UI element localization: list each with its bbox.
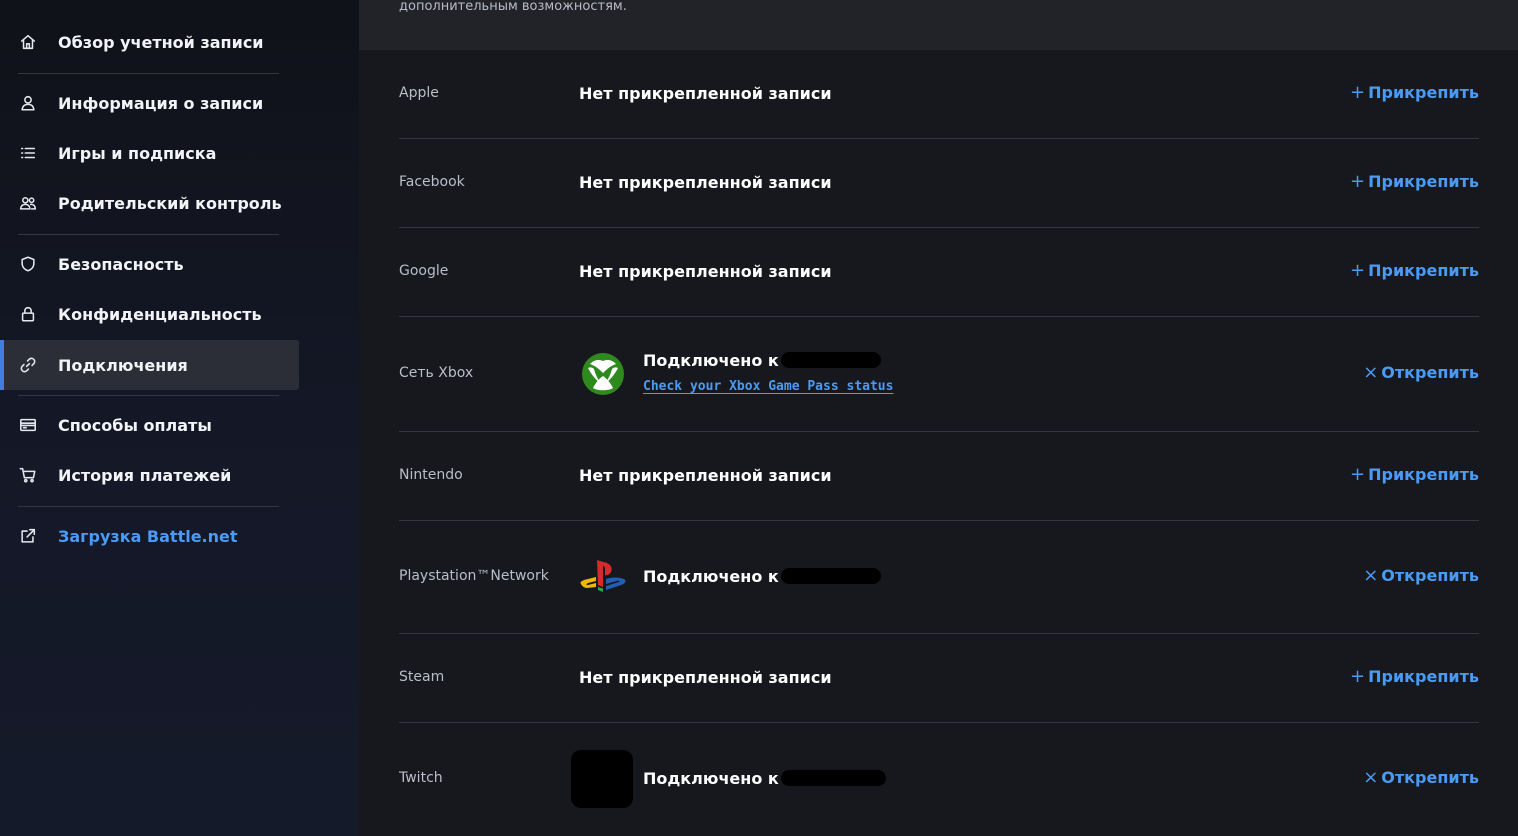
attach-button[interactable]: + Прикрепить bbox=[1350, 261, 1479, 280]
sidebar-item-label: Загрузка Battle.net bbox=[58, 526, 238, 546]
platform-label: Facebook bbox=[399, 174, 465, 190]
redacted-username bbox=[781, 568, 881, 584]
connections-panel: дополнительным возможностям. Apple Нет п… bbox=[359, 0, 1518, 836]
attach-button[interactable]: + Прикрепить bbox=[1350, 465, 1479, 484]
action-label: Открепить bbox=[1381, 363, 1479, 382]
connection-status: Нет прикрепленной записи bbox=[579, 668, 832, 687]
shield-icon bbox=[18, 254, 38, 274]
action-label: Прикрепить bbox=[1368, 465, 1479, 484]
platform-label: Steam bbox=[399, 669, 445, 685]
sidebar-item-label: Информация о записи bbox=[58, 93, 264, 113]
plus-icon: + bbox=[1350, 665, 1366, 687]
sidebar-divider bbox=[18, 234, 279, 235]
platform-label: Playstation™Network bbox=[399, 568, 549, 584]
gamepass-status-link[interactable]: Check your Xbox Game Pass status bbox=[643, 379, 893, 394]
sidebar-item-label: Обзор учетной записи bbox=[58, 32, 264, 52]
redacted-avatar bbox=[571, 750, 633, 808]
credit-card-icon bbox=[18, 415, 38, 435]
sidebar-divider bbox=[18, 73, 279, 74]
external-link-icon bbox=[18, 526, 38, 546]
playstation-logo bbox=[579, 553, 627, 601]
close-icon: × bbox=[1363, 564, 1379, 586]
connection-row-google: Google Нет прикрепленной записи + Прикре… bbox=[399, 228, 1479, 317]
list-icon bbox=[18, 143, 38, 163]
detach-button[interactable]: × Открепить bbox=[1363, 768, 1479, 787]
connected-account: Подключено к bbox=[571, 723, 1179, 836]
platform-label: Apple bbox=[399, 85, 439, 101]
connection-row-twitch: Twitch Подключено к × Открепить bbox=[399, 723, 1479, 836]
sidebar-divider bbox=[18, 506, 279, 507]
connection-status: Нет прикрепленной записи bbox=[579, 466, 832, 485]
platform-label: Nintendo bbox=[399, 467, 463, 483]
connection-row-steam: Steam Нет прикрепленной записи + Прикреп… bbox=[399, 634, 1479, 723]
sidebar-item-label: Подключения bbox=[58, 355, 188, 375]
action-label: Прикрепить bbox=[1368, 667, 1479, 686]
sidebar-item-label: Родительский контроль bbox=[58, 193, 282, 213]
connected-account: Подключено к bbox=[579, 521, 1179, 634]
plus-icon: + bbox=[1350, 463, 1366, 485]
plus-icon: + bbox=[1350, 170, 1366, 192]
close-icon: × bbox=[1363, 361, 1379, 383]
sidebar-item-label: Конфиденциальность bbox=[58, 304, 262, 324]
action-label: Открепить bbox=[1381, 768, 1479, 787]
sidebar: Обзор учетной записи Информация о записи… bbox=[0, 0, 359, 836]
sidebar-item-label: История платежей bbox=[58, 465, 232, 485]
connection-status: Нет прикрепленной записи bbox=[579, 262, 832, 281]
sidebar-item-account-info[interactable]: Информация о записи bbox=[0, 78, 299, 128]
platform-label: Сеть Xbox bbox=[399, 365, 474, 381]
link-icon bbox=[18, 355, 38, 375]
xbox-logo bbox=[579, 350, 627, 398]
user-icon bbox=[18, 93, 38, 113]
sidebar-item-label: Игры и подписка bbox=[58, 143, 217, 163]
info-banner: дополнительным возможностям. bbox=[359, 0, 1518, 50]
home-icon bbox=[18, 32, 38, 52]
sidebar-item-label: Безопасность bbox=[58, 254, 184, 274]
connection-status: Подключено к bbox=[643, 769, 779, 788]
banner-text: дополнительным возможностям. bbox=[399, 0, 627, 14]
action-label: Прикрепить bbox=[1368, 83, 1479, 102]
connection-row-playstation: Playstation™Network Подключено к × Откре… bbox=[399, 521, 1479, 634]
redacted-username bbox=[781, 770, 886, 786]
connection-status: Нет прикрепленной записи bbox=[579, 173, 832, 192]
sidebar-item-label: Способы оплаты bbox=[58, 415, 212, 435]
connection-row-apple: Apple Нет прикрепленной записи + Прикреп… bbox=[399, 50, 1479, 139]
users-icon bbox=[18, 193, 38, 213]
action-label: Открепить bbox=[1381, 566, 1479, 585]
close-icon: × bbox=[1363, 766, 1379, 788]
connection-row-xbox: Сеть Xbox Подключено к Check your Xbox G… bbox=[399, 317, 1479, 432]
sidebar-item-payment-history[interactable]: История платежей bbox=[0, 450, 299, 500]
connection-status: Подключено к bbox=[643, 351, 779, 370]
connection-status: Нет прикрепленной записи bbox=[579, 84, 832, 103]
action-label: Прикрепить bbox=[1368, 172, 1479, 191]
connected-account: Подключено к Check your Xbox Game Pass s… bbox=[579, 317, 1179, 432]
attach-button[interactable]: + Прикрепить bbox=[1350, 172, 1479, 191]
action-label: Прикрепить bbox=[1368, 261, 1479, 280]
sidebar-item-parental-controls[interactable]: Родительский контроль bbox=[0, 178, 299, 228]
attach-button[interactable]: + Прикрепить bbox=[1350, 83, 1479, 102]
sidebar-item-payment-methods[interactable]: Способы оплаты bbox=[0, 400, 299, 450]
detach-button[interactable]: × Открепить bbox=[1363, 363, 1479, 382]
detach-button[interactable]: × Открепить bbox=[1363, 566, 1479, 585]
sidebar-item-security[interactable]: Безопасность bbox=[0, 239, 299, 289]
plus-icon: + bbox=[1350, 81, 1366, 103]
lock-icon bbox=[18, 304, 38, 324]
sidebar-item-account-overview[interactable]: Обзор учетной записи bbox=[0, 17, 299, 67]
connection-status: Подключено к bbox=[643, 567, 779, 586]
redacted-username bbox=[781, 352, 881, 368]
sidebar-item-games-subscriptions[interactable]: Игры и подписка bbox=[0, 128, 299, 178]
sidebar-item-battlenet-download[interactable]: Загрузка Battle.net bbox=[0, 511, 299, 561]
sidebar-item-privacy[interactable]: Конфиденциальность bbox=[0, 289, 299, 339]
sidebar-item-connections[interactable]: Подключения bbox=[0, 340, 299, 390]
plus-icon: + bbox=[1350, 259, 1366, 281]
connection-row-facebook: Facebook Нет прикрепленной записи + Прик… bbox=[399, 139, 1479, 228]
connection-row-nintendo: Nintendo Нет прикрепленной записи + Прик… bbox=[399, 432, 1479, 521]
cart-icon bbox=[18, 465, 38, 485]
sidebar-divider bbox=[18, 395, 279, 396]
app-root: Обзор учетной записи Информация о записи… bbox=[0, 0, 1518, 836]
platform-label: Twitch bbox=[399, 770, 443, 786]
attach-button[interactable]: + Прикрепить bbox=[1350, 667, 1479, 686]
platform-label: Google bbox=[399, 263, 449, 279]
